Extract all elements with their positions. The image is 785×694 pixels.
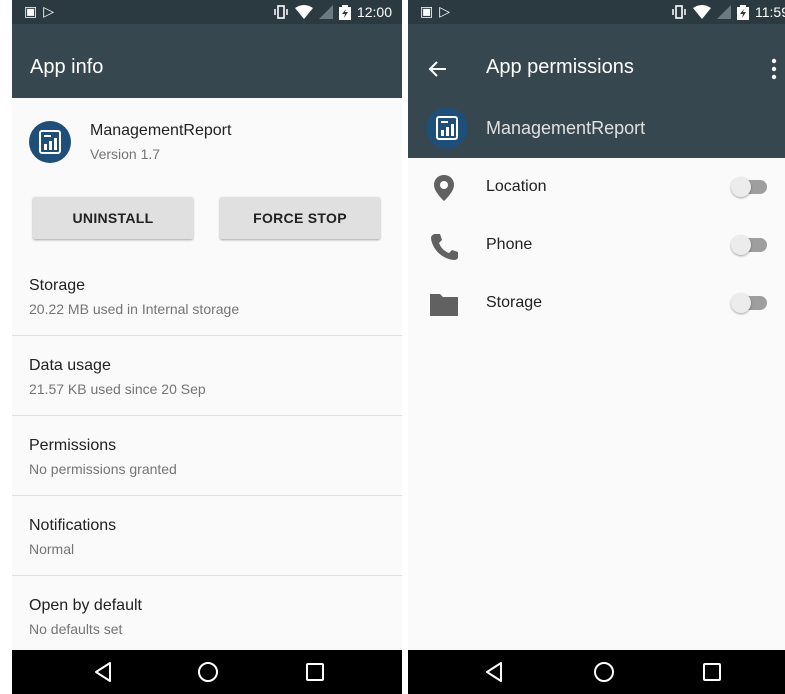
setting-storage[interactable]: Storage 20.22 MB used in Internal storag… xyxy=(12,255,402,336)
app-bar: App info xyxy=(12,24,402,98)
recents-button[interactable] xyxy=(700,660,724,684)
permission-label: Location xyxy=(486,178,547,195)
app-logo-icon xyxy=(426,107,468,149)
location-toggle[interactable] xyxy=(731,177,767,197)
app-version: Version 1.7 xyxy=(90,146,161,162)
setting-subtitle: Normal xyxy=(29,541,75,557)
vibrate-icon xyxy=(274,5,288,19)
android-icon: ▣ xyxy=(24,3,44,19)
status-notification-icons: ▣▷ xyxy=(420,3,456,20)
permission-storage[interactable]: Storage xyxy=(408,274,785,332)
setting-subtitle: 20.22 MB used in Internal storage xyxy=(29,301,240,317)
wifi-icon xyxy=(693,5,711,19)
permission-location[interactable]: Location xyxy=(408,158,785,216)
app-permissions-screen: ▣▷ 11:59 App permissions ManagementRepor… xyxy=(408,0,785,694)
uninstall-button[interactable]: UNINSTALL xyxy=(33,197,193,239)
phone-toggle[interactable] xyxy=(731,235,767,255)
setting-subtitle: No permissions granted xyxy=(29,461,177,477)
navigation-bar xyxy=(12,650,402,694)
app-bar: App permissions xyxy=(408,24,785,98)
setting-title: Open by default xyxy=(29,597,142,614)
location-pin-icon xyxy=(434,175,454,201)
no-signal-icon xyxy=(318,5,333,19)
status-bar: ▣▷ 12:00 xyxy=(12,0,402,24)
home-button[interactable] xyxy=(196,660,220,684)
permission-phone[interactable]: Phone xyxy=(408,216,785,274)
status-time: 12:00 xyxy=(356,4,392,20)
setting-title: Data usage xyxy=(29,357,111,374)
recents-button[interactable] xyxy=(303,660,327,684)
status-notification-icons: ▣▷ xyxy=(24,3,60,20)
app-info-screen: ▣▷ 12:00 App info ManagementReport Versi… xyxy=(12,0,402,694)
setting-subtitle: No defaults set xyxy=(29,621,123,637)
battery-icon xyxy=(338,4,351,20)
more-options-icon[interactable] xyxy=(771,58,777,80)
app-header: ManagementReport Version 1.7 xyxy=(12,98,402,198)
status-time: 11:59 xyxy=(755,4,785,20)
back-arrow-icon[interactable] xyxy=(428,60,448,78)
vibrate-icon xyxy=(672,5,686,19)
setting-title: Permissions xyxy=(29,437,117,454)
page-title: App permissions xyxy=(486,56,634,78)
storage-toggle[interactable] xyxy=(731,293,767,313)
permission-label: Storage xyxy=(486,294,543,311)
setting-title: Notifications xyxy=(29,517,117,534)
play-store-icon: ▷ xyxy=(439,3,457,19)
setting-open-by-default[interactable]: Open by default No defaults set xyxy=(12,575,402,655)
setting-title: Storage xyxy=(29,277,86,294)
permission-label: Phone xyxy=(486,236,533,253)
app-row: ManagementReport xyxy=(408,98,785,158)
navigation-bar xyxy=(408,650,785,694)
folder-icon xyxy=(430,294,458,316)
wifi-icon xyxy=(294,5,313,19)
home-button[interactable] xyxy=(592,660,616,684)
setting-data-usage[interactable]: Data usage 21.57 KB used since 20 Sep xyxy=(12,335,402,416)
force-stop-button[interactable]: FORCE STOP xyxy=(220,197,380,239)
app-name: ManagementReport xyxy=(90,122,232,139)
back-button[interactable] xyxy=(482,660,506,684)
play-store-icon: ▷ xyxy=(43,3,61,19)
setting-notifications[interactable]: Notifications Normal xyxy=(12,495,402,576)
setting-subtitle: 21.57 KB used since 20 Sep xyxy=(29,381,206,397)
setting-permissions[interactable]: Permissions No permissions granted xyxy=(12,415,402,496)
page-title: App info xyxy=(30,56,104,78)
app-name: ManagementReport xyxy=(486,118,646,138)
app-logo-icon xyxy=(29,121,71,163)
no-signal-icon xyxy=(717,5,731,19)
back-button[interactable] xyxy=(91,660,115,684)
phone-icon xyxy=(431,234,458,260)
battery-icon xyxy=(737,4,749,20)
android-icon: ▣ xyxy=(420,3,440,19)
status-bar: ▣▷ 11:59 xyxy=(408,0,785,24)
